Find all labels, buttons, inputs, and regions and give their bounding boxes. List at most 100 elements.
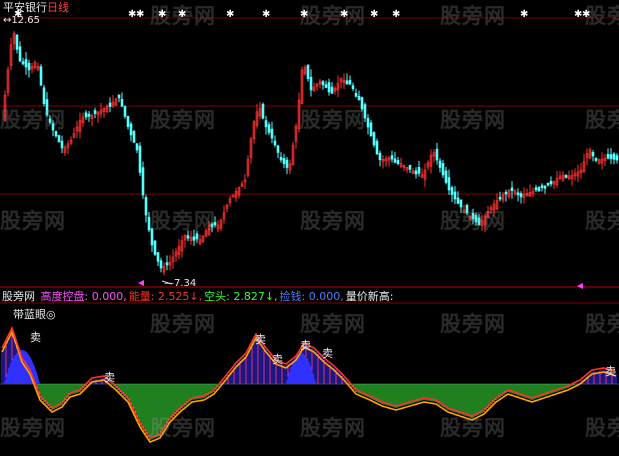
candle-body <box>327 82 331 93</box>
left-marker-icon <box>138 280 144 286</box>
sell-signal-label: 卖 <box>272 353 283 366</box>
candle-body <box>534 187 538 191</box>
price-chart[interactable] <box>0 0 619 456</box>
right-marker-icon <box>577 283 583 289</box>
candle-body <box>453 191 457 200</box>
candle-body <box>150 228 154 246</box>
candle-body <box>159 260 163 269</box>
candle-body <box>270 128 274 139</box>
candle-body <box>390 155 394 160</box>
candle-body <box>363 104 367 119</box>
candle-body <box>213 222 217 226</box>
candle-body <box>477 217 481 226</box>
candle-body <box>60 140 64 149</box>
candle-body <box>27 62 31 71</box>
candle-body <box>594 157 598 161</box>
signal-star-icon: ✱ <box>392 9 401 20</box>
candle-body <box>210 223 214 228</box>
indicator-item-2: 空头: 2.827↓, <box>204 290 278 303</box>
candle-body <box>192 236 196 241</box>
signal-star-icon: ✱ <box>520 9 529 20</box>
candle-body <box>441 163 445 176</box>
candle-body <box>24 59 28 68</box>
candle-body <box>21 61 25 65</box>
candle-body <box>459 199 463 208</box>
sell-signal-label: 卖 <box>30 331 41 344</box>
candle-body <box>267 124 271 133</box>
candle-body <box>273 140 277 146</box>
candle-body <box>156 252 160 262</box>
candle-body <box>276 145 280 153</box>
candle-body <box>351 85 355 90</box>
chart-grid <box>0 17 619 385</box>
candle-body <box>138 145 142 173</box>
candle-body <box>165 262 169 266</box>
candle-body <box>117 94 121 99</box>
signal-star-icon: ✱ <box>158 9 167 20</box>
candle-body <box>369 122 373 137</box>
candle-body <box>282 158 286 165</box>
low-price-value: 7.34 <box>174 278 197 289</box>
candle-body <box>42 87 46 105</box>
candle-body <box>93 110 97 114</box>
candle-body <box>438 160 442 168</box>
chart-title: 平安银行日线 <box>3 1 69 14</box>
candle-body <box>357 95 361 101</box>
candle-body <box>264 120 268 128</box>
candle-body <box>543 185 547 189</box>
indicator-source: 股旁网 <box>2 290 35 303</box>
candle-body <box>540 185 544 188</box>
candle-body <box>564 174 568 178</box>
sell-signal-label: 卖 <box>300 339 311 352</box>
candle-body <box>549 180 553 185</box>
candle-body <box>309 76 313 91</box>
indicator-item-4: 量价新高: <box>345 290 394 303</box>
high-price-label: ↔12.65 <box>3 15 41 26</box>
candle-body <box>366 118 370 128</box>
candle-body <box>417 166 421 174</box>
candle-body <box>15 34 19 50</box>
indicator-item-1: 能量: 2.525↓, <box>128 290 203 303</box>
candle-body <box>123 105 127 117</box>
candle-body <box>354 92 358 97</box>
period-label: 日线 <box>47 1 69 14</box>
candle-body <box>510 187 514 192</box>
candle-body <box>516 192 520 196</box>
candle-body <box>147 216 151 231</box>
candle-body <box>324 84 328 88</box>
candle-body <box>345 80 349 85</box>
candle-body <box>285 159 289 168</box>
candle-body <box>372 132 376 146</box>
candle-body <box>498 196 502 200</box>
candle-body <box>465 204 469 214</box>
candle-body <box>84 112 88 118</box>
candle-body <box>456 197 460 204</box>
candle-body <box>378 152 382 161</box>
candle-body <box>279 156 283 161</box>
candle-body <box>615 155 619 161</box>
candle-body <box>129 123 133 136</box>
candle-body <box>153 240 157 255</box>
candle-body <box>435 148 439 161</box>
sell-signal-label: 卖 <box>322 347 333 360</box>
candle-body <box>45 99 49 116</box>
candle-body <box>195 233 199 240</box>
candle-body <box>141 167 145 196</box>
candle-body <box>612 153 616 160</box>
signal-star-icon: ✱ <box>370 9 379 20</box>
candle-body <box>450 187 454 195</box>
candle-body <box>474 214 478 223</box>
candle-body <box>51 123 55 131</box>
indicator-title: 带蓝眼◎ <box>13 308 56 321</box>
candle-body <box>360 97 364 110</box>
candle-body <box>504 191 508 195</box>
signal-star-icon: ✱ <box>582 9 591 20</box>
candle-body <box>54 131 58 137</box>
candle-body <box>108 102 112 107</box>
candle-body <box>414 170 418 175</box>
candle-body <box>261 103 265 119</box>
candle-body <box>39 66 43 86</box>
candle-body <box>408 164 412 170</box>
sell-signal-label: 卖 <box>255 333 266 346</box>
indicator-item-3: 捡钱: 0.000, <box>279 290 344 303</box>
